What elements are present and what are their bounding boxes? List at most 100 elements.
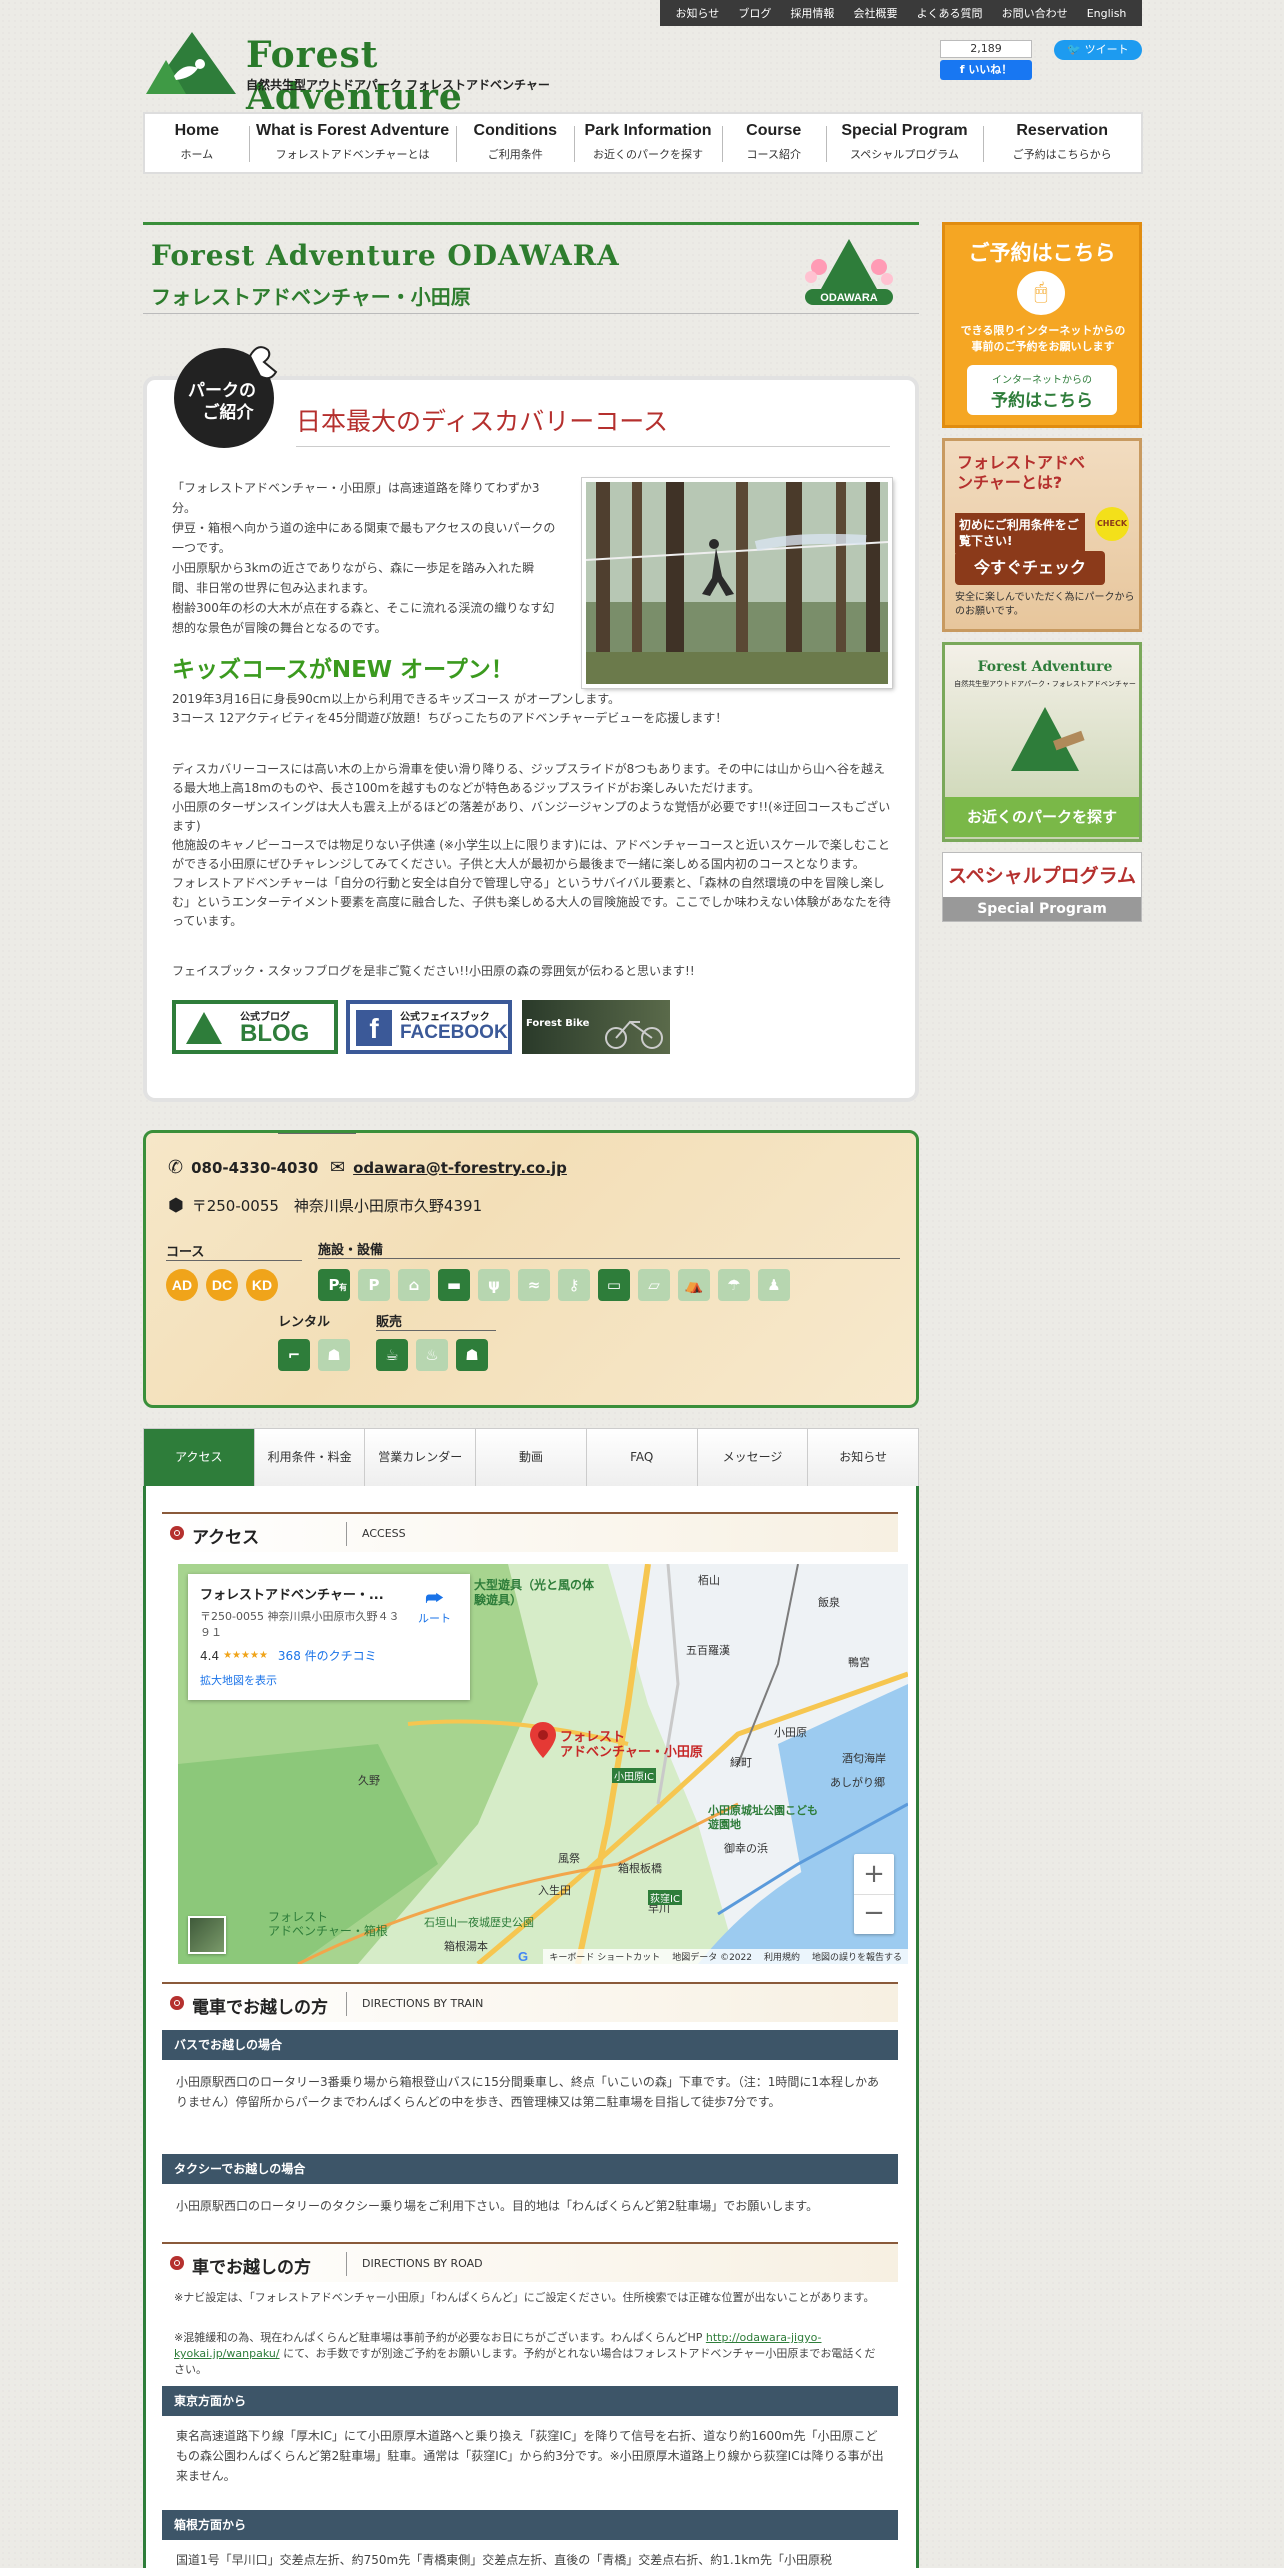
util-link-faq[interactable]: よくある質問 <box>917 5 983 21</box>
special-banner-sub: Special Program <box>943 897 1141 921</box>
util-link-contact[interactable]: お問い合わせ <box>1002 5 1068 21</box>
sidebar-special-banner[interactable]: スペシャルプログラム Special Program <box>942 852 1142 922</box>
tab-access[interactable]: アクセス <box>144 1429 255 1487</box>
park-title-jp: フォレストアドベンチャー・小田原 <box>151 285 471 309</box>
util-link-recruit[interactable]: 採用情報 <box>790 5 834 21</box>
sidebar-reserve-banner[interactable]: ご予約はこちら 🖱 できる限りインターネットからの事前のご予約をお願いします イ… <box>942 222 1142 428</box>
nursing-icon: ♟ <box>758 1269 790 1301</box>
tab-conditions-fees[interactable]: 利用条件・料金 <box>254 1429 366 1487</box>
nav-item-en: Park Information <box>584 122 712 139</box>
access-section-heading: アクセス ACCESS <box>162 1512 898 1552</box>
park-info-card: ✆ 080-4330-4030 ✉ odawara@t-forestry.co.… <box>143 1130 919 1408</box>
parking-note-part2: にて、お手数ですが別途ご予約をお願いします。予約がとれない場合はフォレストアドベ… <box>174 2347 876 2376</box>
washroom-icon: ☂ <box>718 1269 750 1301</box>
kids-course-text: 2019年3月16日に身長90cm以上から利用できるキッズコース がオープンしま… <box>172 690 892 728</box>
forest-bike-button[interactable]: Forest Bike <box>522 1000 670 1054</box>
map-info-card: フォレストアドベンチャー・... 〒250-0055 神奈川県小田原市久野４３９… <box>188 1574 470 1700</box>
map-zoom-controls: + − <box>854 1854 894 1934</box>
car-parking-note: ※混雑緩和の為、現在わんぱくらんど駐車場は事前予約が必要なお日にちがございます。… <box>174 2330 886 2378</box>
map-report-link[interactable]: 地図の誤りを報告する <box>805 1948 908 1964</box>
map-enlarge-link[interactable]: 拡大地図を表示 <box>200 1672 458 1688</box>
nav-item-reservation[interactable]: Reservation ご予約はこちらから <box>983 114 1141 172</box>
nav-item-conditions[interactable]: Conditions ご利用条件 <box>456 114 574 172</box>
site-logo[interactable]: Forest Adventure 自然共生型アウトドアパーク フォレストアドベン… <box>146 30 606 118</box>
nav-item-about[interactable]: What is Forest Adventure フォレストアドベンチャーとは <box>248 114 457 172</box>
nav-item-park-info[interactable]: Park Information お近くのパークを探す <box>574 114 722 172</box>
park-banner: Forest Adventure ODAWARA フォレストアドベンチャー・小田… <box>143 222 919 314</box>
map-label-ashigari: あしがり郷 <box>830 1776 885 1789</box>
rental-shoes-icon: ⌐ <box>278 1339 310 1371</box>
find-park-button[interactable]: お近くのパークを探す <box>945 797 1139 837</box>
map-place-address: 〒250-0055 神奈川県小田原市久野４３９１ <box>200 1610 400 1639</box>
zoom-out-button[interactable]: − <box>854 1894 894 1934</box>
sidebar-find-park-banner[interactable]: Forest Adventure 自然共生型アウトドアパーク・フォレストアドベン… <box>942 642 1142 842</box>
facebook-like-label: いいね！ <box>968 63 1013 76</box>
odawara-badge-text: ODAWARA <box>820 292 878 304</box>
tab-calendar[interactable]: 営業カレンダー <box>365 1429 477 1487</box>
map-data-credit: 地図データ ©2022 <box>666 1948 758 1964</box>
google-map[interactable]: フォレストアドベンチャー・... 〒250-0055 神奈川県小田原市久野４３９… <box>178 1564 908 1964</box>
map-terms-link[interactable]: 利用規約 <box>757 1948 806 1964</box>
social-invite-text: フェイスブック・スタッフブログを是非ご覧ください!!小田原の森の雰囲気が伝わると… <box>172 964 695 978</box>
map-reviews-link[interactable]: 368 件のクチコミ <box>278 1647 377 1664</box>
forest-bike-label: Forest Bike <box>526 1018 590 1029</box>
shower-icon: ≈ <box>518 1269 550 1301</box>
official-blog-button[interactable]: 公式ブログ BLOG <box>172 1000 338 1054</box>
util-link-english[interactable]: English <box>1087 7 1127 20</box>
util-link-blog[interactable]: ブログ <box>738 5 771 21</box>
tab-news[interactable]: お知らせ <box>808 1429 919 1487</box>
course-ad-icon: AD <box>166 1269 198 1301</box>
map-label-ogikubo-ic: 荻窪IC <box>648 1890 682 1905</box>
nav-item-jp: コース紹介 <box>746 148 801 161</box>
map-keyboard-shortcuts[interactable]: キーボード ショートカット <box>543 1948 667 1964</box>
key-locker-icon: ⚷ <box>558 1269 590 1301</box>
check-now-button[interactable]: 今すぐチェック <box>955 551 1105 585</box>
facility-label: 施設・設備 <box>318 1243 384 1258</box>
sidebar-about-banner[interactable]: フォレストアドベンチャーとは? 初めにご利用条件をご覧下さい! CHECK 今す… <box>942 438 1142 632</box>
email-link[interactable]: odawara@t-forestry.co.jp <box>353 1159 567 1177</box>
tweet-label: ツイート <box>1084 43 1129 56</box>
address-text: 〒250-0055 神奈川県小田原市久野4391 <box>191 1197 483 1215</box>
tab-faq[interactable]: FAQ <box>586 1429 698 1487</box>
email-row: ✉ odawara@t-forestry.co.jp <box>330 1157 567 1178</box>
map-label-kayama: 栢山 <box>698 1574 720 1587</box>
logo-subtitle: 自然共生型アウトドアパーク フォレストアドベンチャー <box>246 78 550 92</box>
phone-number[interactable]: 080-4330-4030 <box>191 1159 318 1177</box>
facebook-label: FACEBOOK <box>400 1022 508 1043</box>
nav-item-home[interactable]: Home ホーム <box>145 114 249 172</box>
official-facebook-button[interactable]: f 公式フェイスブック FACEBOOK <box>346 1000 512 1054</box>
util-link-news[interactable]: お知らせ <box>676 5 720 21</box>
bicycle-icon <box>605 1020 663 1049</box>
sales-divider <box>376 1330 496 1331</box>
map-label-kuno: 久野 <box>358 1774 380 1787</box>
util-link-company[interactable]: 会社概要 <box>854 5 898 21</box>
facebook-like-button[interactable]: f いいね！ <box>940 60 1032 80</box>
map-pin-label: フォレスト アドベンチャー・小田原 <box>560 1730 703 1760</box>
tab-video[interactable]: 動画 <box>476 1429 587 1487</box>
phone-icon: ✆ <box>168 1157 184 1178</box>
nav-item-en: Special Program <box>841 122 968 139</box>
map-label-iizumi: 飯泉 <box>818 1596 840 1609</box>
course-label: コース <box>166 1245 205 1260</box>
nav-item-en: Home <box>174 122 220 139</box>
about-banner-text: 初めにご利用条件をご覧下さい! <box>955 513 1085 553</box>
heading-separator <box>346 2252 347 2276</box>
bullet-icon <box>170 1526 184 1540</box>
kids-course-heading: キッズコースがNEW オープン！ <box>172 657 514 683</box>
tweet-button[interactable]: 🐦 ツイート <box>1054 40 1142 60</box>
bus-subheading: バスでお越しの場合 <box>162 2030 898 2060</box>
special-banner-title: スペシャルプログラム <box>947 865 1137 887</box>
intro-line: 伊豆・箱根へ向かう道の途中にある関東で最もアクセスの良いパークの一つです。 <box>172 521 556 555</box>
blog-logo-icon <box>186 1012 222 1044</box>
intro-line: 「フォレストアドベンチャー・小田原」は高速道路を降りてわずか3分。 <box>172 481 540 515</box>
nav-item-course[interactable]: Course コース紹介 <box>721 114 826 172</box>
reserve-now-button[interactable]: インターネットからの 予約はこちら <box>967 365 1117 415</box>
zipline-forest-image <box>586 482 888 684</box>
tab-message[interactable]: メッセージ <box>697 1429 809 1487</box>
zoom-in-button[interactable]: + <box>854 1854 894 1894</box>
course-dc-icon: DC <box>206 1269 238 1301</box>
nav-item-special[interactable]: Special Program スペシャルプログラム <box>825 114 984 172</box>
map-route-button[interactable]: ⮫ ルート <box>418 1586 451 1626</box>
park-intro-badge-icon: パークの ご紹介 <box>174 346 278 448</box>
facebook-logo-icon: f <box>356 1010 392 1046</box>
